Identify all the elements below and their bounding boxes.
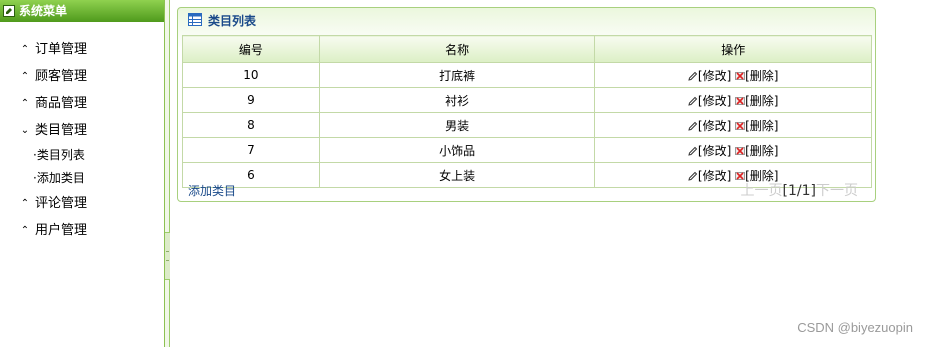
menu-item-products[interactable]: ⌃ 商品管理 [0, 90, 164, 117]
column-header-name: 名称 [318, 35, 596, 63]
sidebar-title: 系统菜单 [19, 4, 68, 18]
panel-title: 类目列表 [178, 8, 875, 34]
watermark: CSDN @biyezuopin [797, 320, 913, 335]
menu-item-label: 订单管理 [35, 42, 88, 57]
edit-link[interactable]: [修改] [698, 69, 731, 83]
chevron-down-icon: ⌄ [20, 125, 30, 136]
chevron-up-icon: ⌃ [20, 71, 30, 82]
delete-icon [735, 146, 746, 155]
pager-next[interactable]: 下一页 [816, 183, 858, 199]
panel-title-text: 类目列表 [208, 14, 257, 28]
splitter-grip[interactable] [165, 232, 170, 280]
panel-footer: 添加类目 上一页[1/1]下一页 [178, 178, 875, 202]
cell-id: 8 [182, 112, 320, 138]
column-header-actions: 操作 [594, 35, 872, 63]
column-header-id: 编号 [182, 35, 320, 63]
table-row: 10 打底裤 [修改] [删除] [182, 62, 872, 88]
category-table: 编号 名称 操作 10 打底裤 [修改] [删除] 9 衬衫 [修改] [删除] [182, 35, 872, 188]
delete-link[interactable]: [删除] [745, 119, 778, 133]
table-row: 9 衬衫 [修改] [删除] [182, 87, 872, 113]
sidebar-header: 系统菜单 [0, 0, 164, 22]
edit-link[interactable]: [修改] [698, 94, 731, 108]
sidebar: 系统菜单 ⌃ 订单管理 ⌃ 顾客管理 ⌃ 商品管理 ⌄ 类目管理 ·类目列表 ·… [0, 0, 165, 347]
menu-item-users[interactable]: ⌃ 用户管理 [0, 217, 164, 244]
cell-actions: [修改] [删除] [594, 112, 872, 138]
menu-item-label: 类目管理 [35, 123, 88, 138]
table-header-row: 编号 名称 操作 [182, 35, 872, 63]
chevron-up-icon: ⌃ [20, 44, 30, 55]
submenu-item-add-category[interactable]: ·添加类目 [0, 167, 164, 190]
cell-actions: [修改] [删除] [594, 137, 872, 163]
category-list-panel: 类目列表 编号 名称 操作 10 打底裤 [修改] [删除] 9 衬衫 [修改]… [177, 7, 876, 202]
add-category-link[interactable]: 添加类目 [188, 182, 236, 199]
delete-link[interactable]: [删除] [745, 94, 778, 108]
pager-current: [1/1] [782, 183, 816, 199]
cell-id: 9 [182, 87, 320, 113]
delete-icon [735, 121, 746, 130]
cell-name: 衬衫 [318, 87, 596, 113]
pencil-icon [688, 96, 698, 106]
delete-icon [735, 96, 746, 105]
menu-item-customers[interactable]: ⌃ 顾客管理 [0, 63, 164, 90]
pencil-icon [688, 146, 698, 156]
sidebar-splitter[interactable] [165, 0, 170, 347]
chevron-up-icon: ⌃ [20, 225, 30, 236]
menu-item-label: 用户管理 [35, 223, 88, 238]
cell-name: 男装 [318, 112, 596, 138]
pager-prev[interactable]: 上一页 [741, 183, 783, 199]
table-row: 8 男装 [修改] [删除] [182, 112, 872, 138]
cell-name: 小饰品 [318, 137, 596, 163]
delete-link[interactable]: [删除] [745, 69, 778, 83]
pencil-icon [688, 121, 698, 131]
chevron-up-icon: ⌃ [20, 98, 30, 109]
menu-item-label: 商品管理 [35, 96, 88, 111]
pager: 上一页[1/1]下一页 [741, 180, 858, 200]
pencil-icon [688, 71, 698, 81]
edit-link[interactable]: [修改] [698, 119, 731, 133]
menu-item-orders[interactable]: ⌃ 订单管理 [0, 36, 164, 63]
menu-item-label: 评论管理 [35, 196, 88, 211]
delete-icon [735, 71, 746, 80]
chevron-up-icon: ⌃ [20, 198, 30, 209]
cell-id: 7 [182, 137, 320, 163]
menu-item-label: 顾客管理 [35, 69, 88, 84]
cell-actions: [修改] [删除] [594, 62, 872, 88]
submenu-item-category-list[interactable]: ·类目列表 [0, 144, 164, 167]
table-row: 7 小饰品 [修改] [删除] [182, 137, 872, 163]
edit-link[interactable]: [修改] [698, 144, 731, 158]
edit-icon [3, 5, 15, 17]
cell-name: 打底裤 [318, 62, 596, 88]
cell-id: 10 [182, 62, 320, 88]
table-icon [188, 13, 202, 26]
cell-actions: [修改] [删除] [594, 87, 872, 113]
delete-link[interactable]: [删除] [745, 144, 778, 158]
menu-item-comments[interactable]: ⌃ 评论管理 [0, 190, 164, 217]
menu-item-categories[interactable]: ⌄ 类目管理 [0, 117, 164, 144]
